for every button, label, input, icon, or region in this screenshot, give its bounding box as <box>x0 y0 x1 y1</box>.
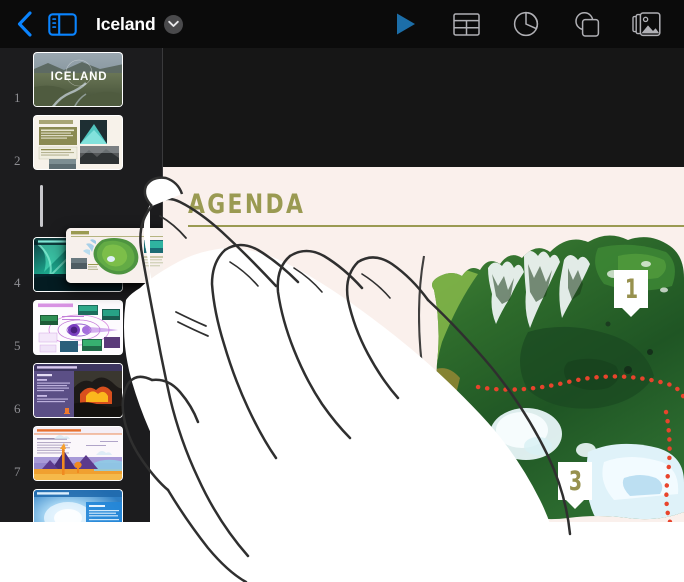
slide-navigator-item-7[interactable]: 7 <box>0 422 163 485</box>
slide-navigator-item-6[interactable]: 6 <box>0 359 163 422</box>
app-chrome: Iceland 1 ICELAND 2 4 5 6 7 AGENDA 1 3 <box>0 0 684 522</box>
pie-chart-icon <box>513 11 539 37</box>
slide-navigator-item-5[interactable]: 5 <box>0 296 163 359</box>
map-pin-box: 1 <box>614 270 648 308</box>
slide-number-label: 5 <box>14 338 21 353</box>
slide-navigator-item-8[interactable] <box>0 485 163 522</box>
slide-thumbnail-image <box>34 364 122 417</box>
slide-number-label: 6 <box>14 401 21 416</box>
slide-title-agenda: AGENDA <box>188 189 306 220</box>
table-grid-icon <box>452 12 480 36</box>
map-pin-number: 3 <box>568 465 582 497</box>
map-pin-box: 3 <box>558 462 592 500</box>
slide-navigator-item-2[interactable]: 2 <box>0 111 163 174</box>
slide-thumbnail[interactable]: ICELAND <box>33 52 123 107</box>
slide-thumbnail-image <box>34 116 122 169</box>
shapes-icon <box>574 11 599 37</box>
slide-thumbnail[interactable] <box>33 300 123 355</box>
document-title-group[interactable]: Iceland <box>96 14 183 35</box>
back-button[interactable] <box>0 0 42 48</box>
sidebar-panel-icon <box>47 12 77 36</box>
dragged-slide-thumbnail-image <box>66 228 163 283</box>
dragged-slide-thumbnail[interactable] <box>66 228 163 283</box>
insert-table-button[interactable] <box>436 0 496 48</box>
sidebar-toggle-button[interactable] <box>42 0 82 48</box>
map-pin-tail <box>566 500 584 509</box>
document-menu-button[interactable] <box>163 14 183 34</box>
map-pin-1[interactable]: 1 <box>614 270 648 317</box>
map-pin-3[interactable]: 3 <box>558 462 592 509</box>
slide-thumbnail[interactable] <box>33 115 123 170</box>
toolbar-actions <box>376 0 684 48</box>
slide-navigator-item-1[interactable]: 1 ICELAND <box>0 48 163 111</box>
toolbar: Iceland <box>0 0 684 48</box>
insert-shape-button[interactable] <box>556 0 616 48</box>
document-title: Iceland <box>96 13 156 34</box>
slide-drop-indicator <box>40 185 43 227</box>
slide-number-label: 4 <box>14 275 21 290</box>
slide-thumbnail[interactable] <box>33 489 123 522</box>
iceland-map[interactable]: 1 3 <box>418 212 684 522</box>
insert-media-button[interactable] <box>616 0 676 48</box>
slide-thumbnail-image: ICELAND <box>34 53 122 106</box>
iceland-map-image <box>418 235 684 522</box>
slide-number-label: 1 <box>14 90 21 105</box>
slide-number-label: 2 <box>14 153 21 168</box>
map-pin-tail <box>622 308 640 317</box>
map-terrain <box>432 235 684 520</box>
slide-thumbnail-image <box>34 301 122 354</box>
slide-thumbnail-image <box>34 427 122 480</box>
slide-canvas[interactable]: AGENDA 1 3 <box>163 167 684 522</box>
keynote-app-window: Iceland 1 ICELAND 2 4 5 6 7 AGENDA 1 3 <box>0 0 684 582</box>
slide-navigator[interactable]: 1 ICELAND 2 4 5 6 7 <box>0 48 163 522</box>
play-triangle-icon <box>397 13 415 35</box>
slide-thumbnail[interactable] <box>33 363 123 418</box>
play-presentation-button[interactable] <box>376 0 436 48</box>
chevron-left-icon <box>17 11 32 37</box>
slide-thumbnail-image <box>34 490 122 522</box>
slide-thumbnail[interactable] <box>33 426 123 481</box>
media-photos-icon <box>631 11 661 36</box>
slide-number-label: 7 <box>14 464 21 479</box>
svg-text:ICELAND: ICELAND <box>51 71 108 83</box>
insert-chart-button[interactable] <box>496 0 556 48</box>
chevron-down-icon <box>167 20 179 27</box>
map-pin-number: 1 <box>624 273 638 305</box>
